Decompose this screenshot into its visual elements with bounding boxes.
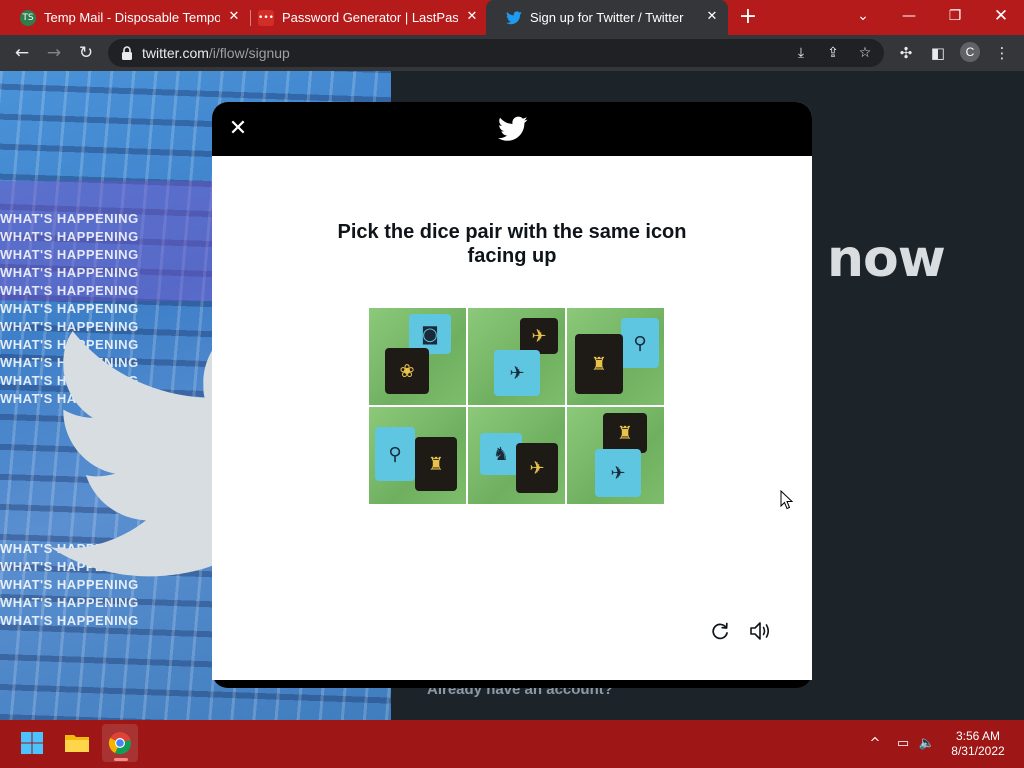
side-panel-icon[interactable]: ◧ (926, 41, 950, 65)
close-window-button[interactable]: ✕ (978, 0, 1024, 35)
url-host: twitter.com (142, 45, 209, 61)
tab-strip: TS Temp Mail - Disposable Tempora ✕ ••• … (0, 0, 1024, 35)
show-hidden-icons-chevron-icon[interactable]: ^ (866, 734, 884, 754)
die-image: ❀ (385, 348, 429, 394)
menu-kebab-icon[interactable]: ⋮ (990, 41, 1014, 65)
close-tab-icon[interactable]: ✕ (704, 9, 720, 25)
extensions-puzzle-icon[interactable]: ✣ (894, 41, 918, 65)
profile-avatar[interactable]: C (960, 42, 980, 62)
close-icon[interactable]: ✕ (226, 114, 250, 144)
tab-title: Password Generator | LastPass (282, 10, 458, 25)
back-button[interactable]: ← (10, 41, 34, 65)
die-image: ✈ (516, 443, 558, 493)
captcha-image-grid: ◙ ❀ ✈ ✈ ⚲ ♜ ⚲ ♜ ♞ ✈ ♜ ✈ (369, 308, 665, 504)
pattern-text: WHAT'S HAPPENING (0, 211, 139, 226)
captcha-prompt: Pick the dice pair with the same icon fa… (337, 221, 687, 267)
chrome-icon (108, 732, 131, 755)
file-explorer-icon (65, 735, 89, 752)
audio-challenge-icon[interactable] (749, 620, 773, 642)
url-path: /i/flow/signup (208, 45, 290, 61)
modal-header: ✕ (212, 102, 812, 156)
reload-button[interactable]: ↻ (74, 41, 98, 65)
tempmail-icon: TS (20, 9, 36, 26)
tab-temp-mail[interactable]: TS Temp Mail - Disposable Tempora ✕ (0, 0, 250, 35)
captcha-tile-6[interactable]: ♜ ✈ (567, 407, 664, 504)
die-image: ⚲ (621, 318, 659, 368)
system-clock[interactable]: 3:56 AM 8/31/2022 (944, 729, 1012, 759)
headline-text: now (827, 229, 946, 289)
minimize-button[interactable]: — (886, 0, 932, 35)
die-image: ♜ (415, 437, 457, 491)
die-image: ✈ (520, 318, 558, 354)
bookmark-star-icon[interactable]: ☆ (856, 44, 874, 62)
clock-time: 3:56 AM (955, 729, 1001, 743)
chrome-taskbar-button[interactable] (102, 724, 138, 762)
forward-button[interactable]: → (42, 41, 66, 65)
browser-toolbar: ← → ↻ twitter.com/i/flow/signup ⤓ ⇪ ☆ ✣ … (0, 35, 1024, 71)
lock-icon (122, 46, 132, 60)
captcha-tile-4[interactable]: ⚲ ♜ (369, 407, 466, 504)
die-image: ⚲ (375, 427, 415, 481)
active-app-indicator (114, 758, 128, 761)
start-button[interactable] (14, 724, 50, 762)
captcha-tile-5[interactable]: ♞ ✈ (468, 407, 565, 504)
die-image: ✈ (595, 449, 641, 497)
captcha-tile-3[interactable]: ⚲ ♜ (567, 308, 664, 405)
new-tab-button[interactable]: + (736, 5, 760, 29)
refresh-icon[interactable] (709, 620, 731, 642)
tab-search-icon[interactable]: ⌄ (840, 0, 886, 35)
restore-button[interactable]: ❐ (932, 0, 978, 35)
captcha-modal: ✕ Pick the dice pair with the same icon … (212, 102, 812, 680)
lastpass-icon: ••• (258, 9, 274, 26)
tab-lastpass[interactable]: ••• Password Generator | LastPass ✕ (238, 0, 488, 35)
tab-title: Temp Mail - Disposable Tempora (44, 10, 220, 25)
install-app-icon[interactable]: ⤓ (792, 44, 810, 62)
captcha-tile-1[interactable]: ◙ ❀ (369, 308, 466, 405)
captcha-tile-2[interactable]: ✈ ✈ (468, 308, 565, 405)
tab-title: Sign up for Twitter / Twitter (530, 10, 684, 25)
pattern-text: WHAT'S HAPPENING (0, 283, 139, 298)
pattern-text: WHAT'S HAPPENING (0, 229, 139, 244)
twitter-logo-icon (498, 116, 528, 141)
mouse-pointer-icon (780, 490, 794, 510)
windows-taskbar: ^ ▭ 🔈 3:56 AM 8/31/2022 (0, 720, 1024, 768)
share-icon[interactable]: ⇪ (824, 44, 842, 62)
url-text: twitter.com/i/flow/signup (142, 45, 290, 61)
file-explorer-button[interactable] (59, 724, 95, 762)
twitter-icon (506, 10, 522, 26)
die-image: ♜ (575, 334, 623, 394)
pattern-text: WHAT'S HAPPENING (0, 247, 139, 262)
volume-icon[interactable]: 🔈 (918, 734, 936, 754)
close-tab-icon[interactable]: ✕ (464, 9, 480, 25)
clock-date: 8/31/2022 (951, 744, 1005, 758)
die-image: ♜ (603, 413, 647, 453)
pattern-text: WHAT'S HAPPENING (0, 265, 139, 280)
address-bar[interactable]: twitter.com/i/flow/signup ⤓ ⇪ ☆ (108, 39, 884, 67)
pattern-text: WHAT'S HAPPENING (0, 613, 139, 628)
die-image: ✈ (494, 350, 540, 396)
tab-twitter-signup[interactable]: Sign up for Twitter / Twitter ✕ (486, 0, 728, 35)
windows-start-icon (21, 732, 43, 754)
network-icon[interactable]: ▭ (894, 734, 912, 754)
